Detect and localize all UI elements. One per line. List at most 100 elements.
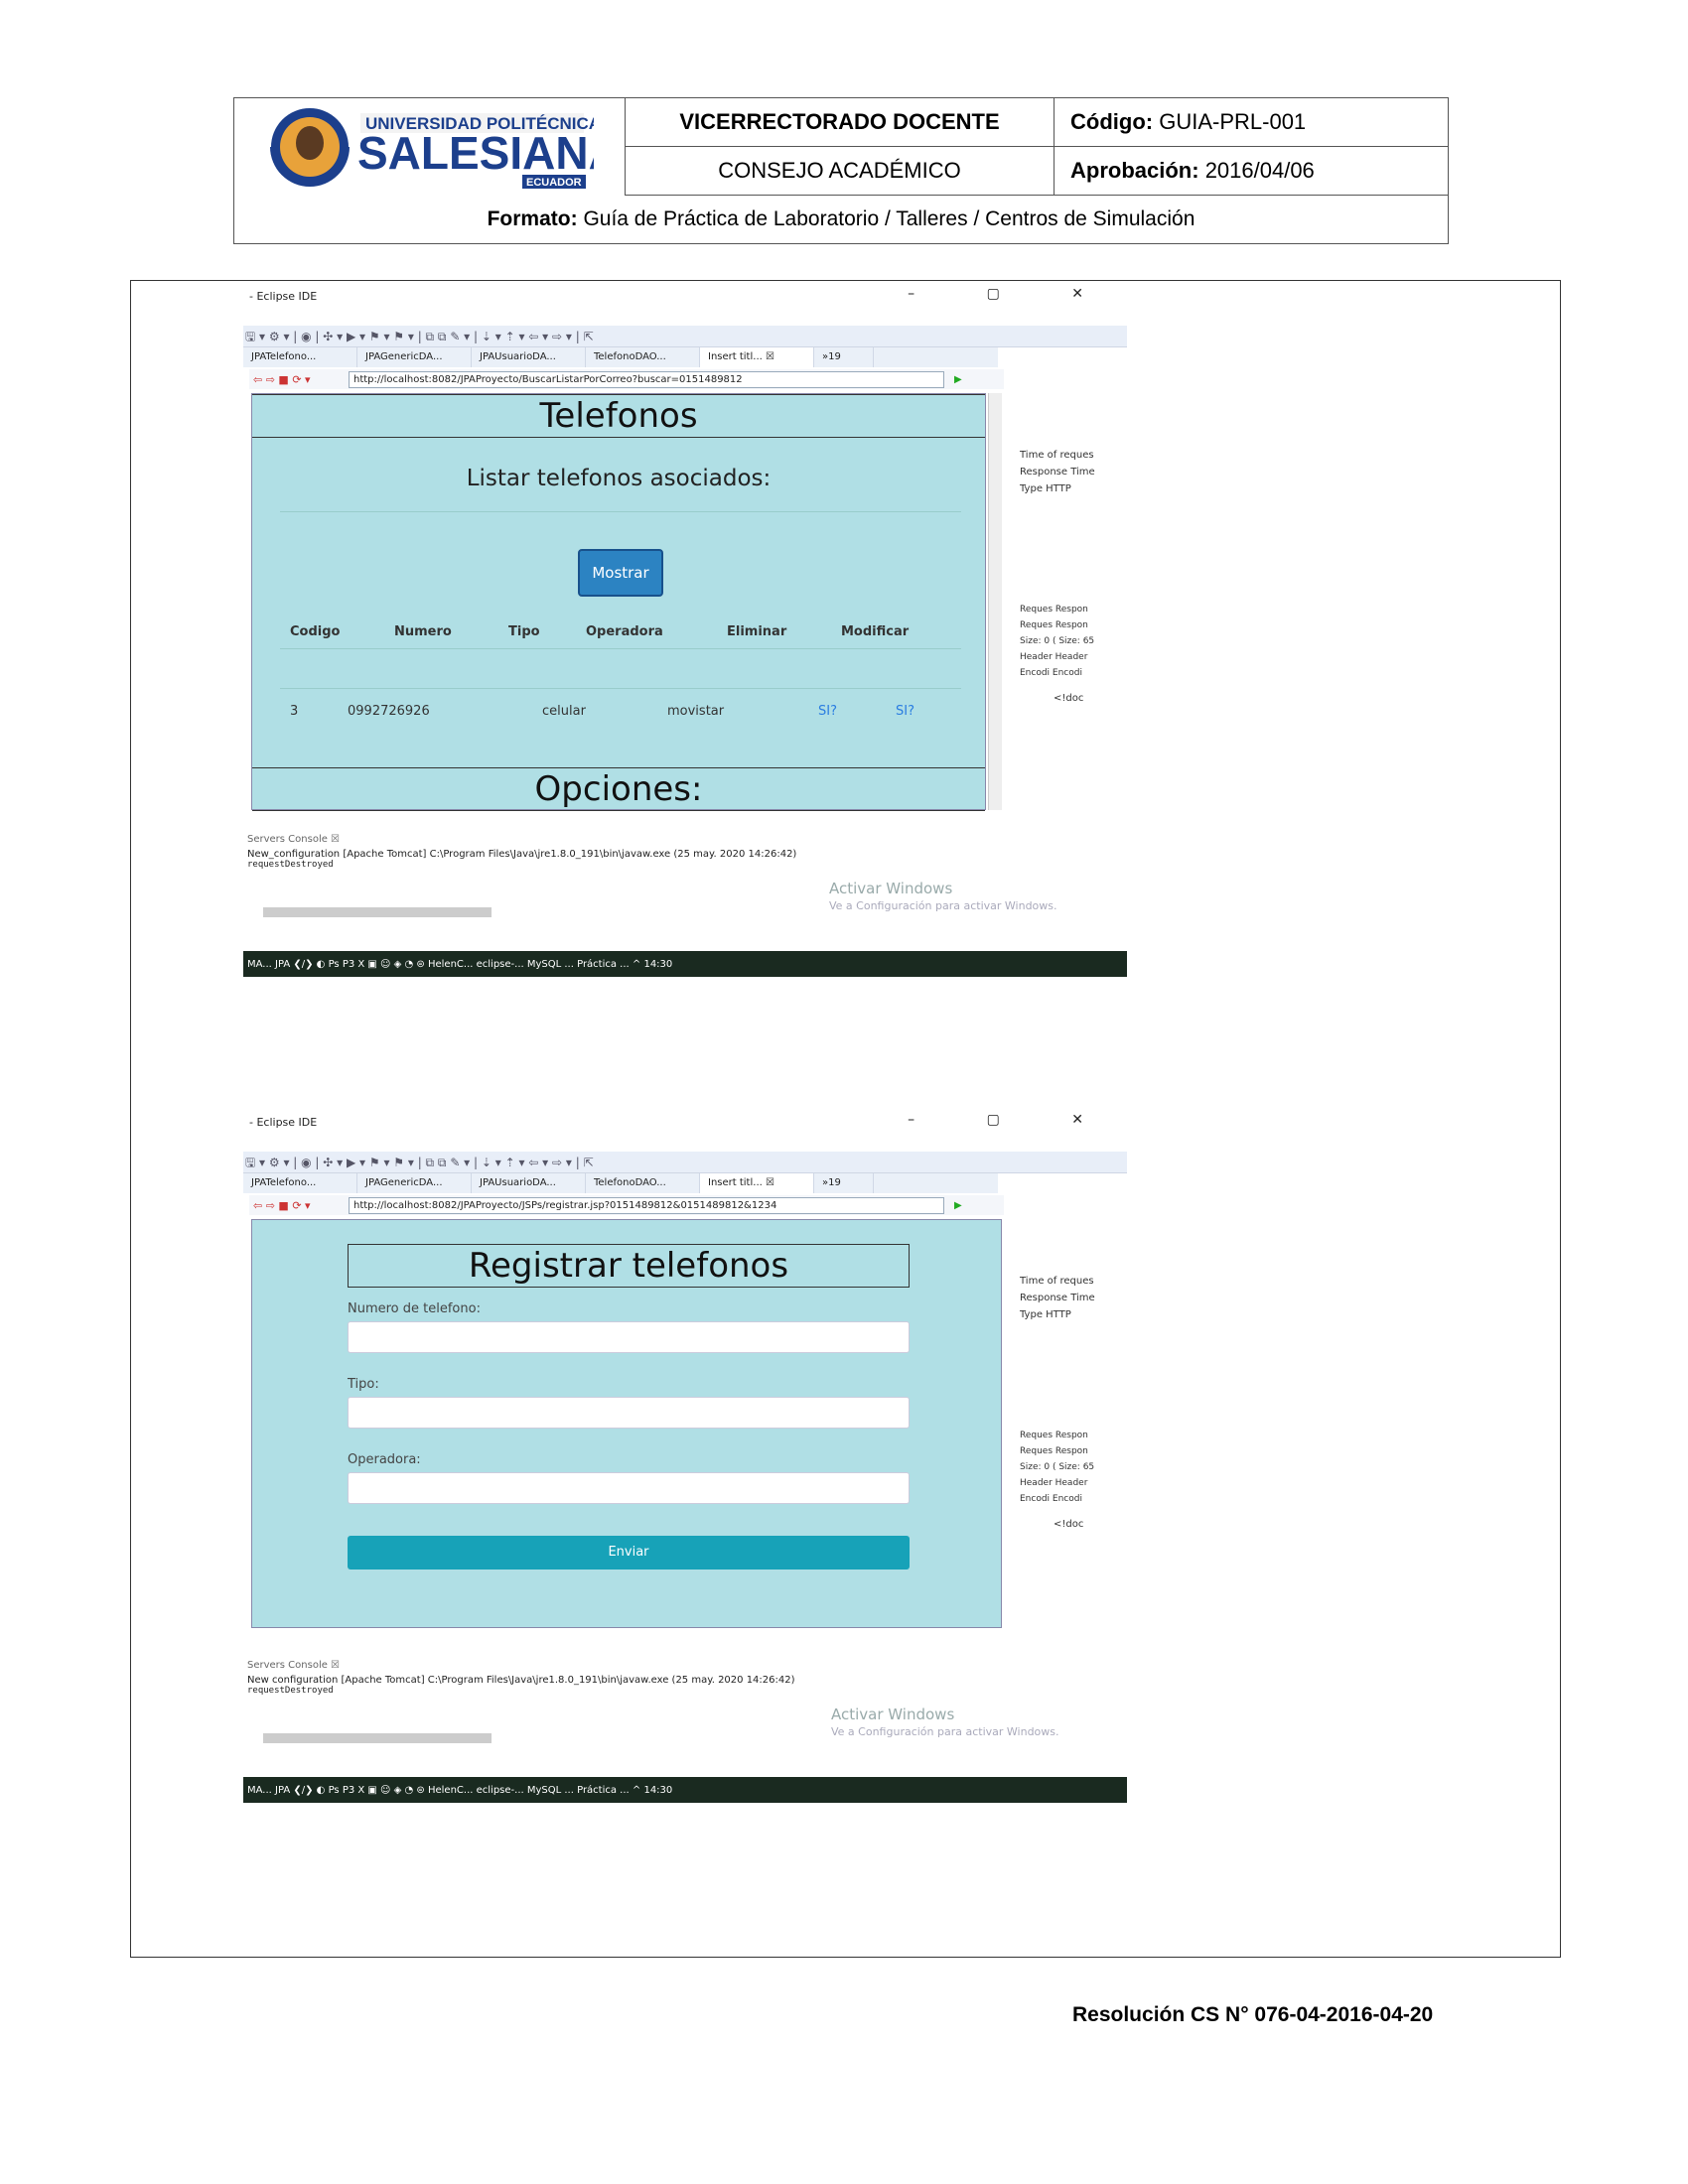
university-logo: UNIVERSIDAD POLITÉCNICA SALESIANA ECUADO… xyxy=(234,98,626,196)
enviar-button[interactable]: Enviar xyxy=(348,1536,910,1570)
tipo-input[interactable] xyxy=(348,1397,910,1429)
approval-cell: Aprobación: 2016/04/06 xyxy=(1055,147,1448,196)
tab-overflow[interactable]: »19 xyxy=(814,347,874,367)
windows-taskbar[interactable]: MA... JPA ❮/❯ ◐ Ps P3 X ▣ ☺ ◈ ◔ ⊜ HelenC… xyxy=(243,951,1127,977)
windows-taskbar[interactable]: MA... JPA ❮/❯ ◐ Ps P3 X ▣ ☺ ◈ ◔ ⊜ HelenC… xyxy=(243,1777,1127,1803)
tab-insert-title[interactable]: Insert titl... ☒ xyxy=(700,347,814,367)
format-value: Guía de Práctica de Laboratorio / Taller… xyxy=(583,207,1196,230)
code-label: Código: xyxy=(1070,109,1154,134)
console-tabs[interactable]: Servers Console ☒ xyxy=(243,834,1008,845)
go-icon[interactable]: ▶ xyxy=(954,374,962,385)
page-scrollbar[interactable] xyxy=(988,393,1002,810)
console-line2: requestDestroyed xyxy=(247,860,334,870)
tab-telefonodao[interactable]: TelefonoDAO... xyxy=(586,347,700,367)
tab-jpagenericda[interactable]: JPAGenericDA... xyxy=(357,1173,472,1193)
console-scrollbar[interactable] xyxy=(263,907,492,917)
modificar-link[interactable]: SI? xyxy=(896,704,914,719)
console-tabs[interactable]: Servers Console ☒ xyxy=(243,1660,1008,1671)
label-tipo: Tipo: xyxy=(348,1377,379,1392)
side-req2[interactable]: Reques Respon xyxy=(1020,617,1094,633)
side-info: Time of reques Response Time Type HTTP xyxy=(1020,447,1095,497)
col-eliminar: Eliminar xyxy=(727,624,787,639)
screenshot-registrar: - Eclipse IDE – ▢ ✕ 🖫 ▾ ⚙ ▾ | ◉ | ✣ ▾ ▶ … xyxy=(243,1112,1127,1807)
mostrar-button[interactable]: Mostrar xyxy=(578,549,663,597)
header-divider xyxy=(280,648,961,649)
numero-input[interactable] xyxy=(348,1321,910,1353)
side-header: Header Header xyxy=(1020,652,1088,662)
cell-numero: 0992726926 xyxy=(348,704,430,719)
editor-tabs: JPATelefono... JPAGenericDA... JPAUsuari… xyxy=(243,1173,998,1193)
code-cell: Código: GUIA-PRL-001 xyxy=(1055,98,1448,147)
approval-label: Aprobación: xyxy=(1070,158,1199,183)
tab-jpagenericda[interactable]: JPAGenericDA... xyxy=(357,347,472,367)
go-icon[interactable]: ▶ xyxy=(954,1200,962,1211)
activate-windows-hint: Ve a Configuración para activar Windows. xyxy=(829,899,1057,912)
side-req1[interactable]: Reques Respon xyxy=(1020,1428,1094,1443)
salesiana-logo-icon: UNIVERSIDAD POLITÉCNICA SALESIANA ECUADO… xyxy=(268,106,594,189)
side-time-of-request: Time of reques xyxy=(1020,450,1094,461)
side-info: Time of reques Response Time Type HTTP xyxy=(1020,1273,1095,1323)
activate-windows-hint: Ve a Configuración para activar Windows. xyxy=(831,1725,1059,1738)
label-operadora: Operadora: xyxy=(348,1452,421,1467)
col-codigo: Codigo xyxy=(290,624,341,639)
side-encod: Encodi Encodi xyxy=(1020,668,1082,678)
tab-telefonodao[interactable]: TelefonoDAO... xyxy=(586,1173,700,1193)
side-time-of-request: Time of reques xyxy=(1020,1276,1094,1287)
browser-address-bar: ⇦ ⇨ ■ ⟳ ▾ http://localhost:8082/JPAProye… xyxy=(249,369,1004,389)
cell-operadora: movistar xyxy=(667,704,725,719)
logo-line3: ECUADOR xyxy=(526,177,582,189)
browser-address-bar: ⇦ ⇨ ■ ⟳ ▾ http://localhost:8082/JPAProye… xyxy=(249,1195,1004,1215)
side-req2[interactable]: Reques Respon xyxy=(1020,1443,1094,1459)
eclipse-toolbar[interactable]: 🖫 ▾ ⚙ ▾ | ◉ | ✣ ▾ ▶ ▾ ⚑ ▾ ⚑ ▾ | ⧉ ⧉ ✎ ▾ … xyxy=(243,326,1127,347)
operadora-input[interactable] xyxy=(348,1472,910,1504)
cell-tipo: celular xyxy=(542,704,586,719)
tab-overflow[interactable]: »19 xyxy=(814,1173,874,1193)
logo-line2: SALESIANA xyxy=(357,127,594,179)
format-row: Formato: Guía de Práctica de Laboratorio… xyxy=(234,196,1448,243)
council: CONSEJO ACADÉMICO xyxy=(626,147,1055,196)
side-req1[interactable]: Reques Respon xyxy=(1020,602,1094,617)
page-title: Telefonos xyxy=(252,394,985,438)
console-scrollbar[interactable] xyxy=(263,1733,492,1743)
url-input[interactable]: http://localhost:8082/JPAProyecto/JSPs/r… xyxy=(349,1196,944,1214)
screenshot-telefonos: - Eclipse IDE – ▢ ✕ 🖫 ▾ ⚙ ▾ | ◉ | ✣ ▾ ▶ … xyxy=(243,286,1127,981)
approval-value: 2016/04/06 xyxy=(1204,158,1315,183)
side-response-time: Response Time xyxy=(1020,1293,1095,1303)
eliminar-link[interactable]: SI? xyxy=(818,704,837,719)
side-type: Type HTTP xyxy=(1020,1309,1071,1320)
side-request-list: Reques Respon Reques Respon Size: 0 ( Si… xyxy=(1020,1428,1094,1507)
department: VICERRECTORADO DOCENTE xyxy=(626,98,1055,147)
editor-tabs: JPATelefono... JPAGenericDA... JPAUsuari… xyxy=(243,347,998,367)
console-line1: New_configuration [Apache Tomcat] C:\Pro… xyxy=(247,849,797,860)
window-controls[interactable]: – ▢ ✕ xyxy=(908,1112,1117,1128)
cell-codigo: 3 xyxy=(290,704,299,719)
divider xyxy=(280,511,961,512)
window-controls[interactable]: – ▢ ✕ xyxy=(908,286,1117,302)
tab-insert-title[interactable]: Insert titl... ☒ xyxy=(700,1173,814,1193)
tab-jpausuarioda[interactable]: JPAUsuarioDA... xyxy=(472,347,586,367)
side-request-list: Reques Respon Reques Respon Size: 0 ( Si… xyxy=(1020,602,1094,681)
nav-icons[interactable]: ⇦ ⇨ ■ ⟳ ▾ xyxy=(253,1199,311,1212)
document-header: UNIVERSIDAD POLITÉCNICA SALESIANA ECUADO… xyxy=(233,97,1449,244)
nav-icons[interactable]: ⇦ ⇨ ■ ⟳ ▾ xyxy=(253,373,311,386)
options-title: Opciones: xyxy=(252,767,985,811)
url-input[interactable]: http://localhost:8082/JPAProyecto/Buscar… xyxy=(349,370,944,388)
side-encod: Encodi Encodi xyxy=(1020,1494,1082,1504)
eclipse-toolbar[interactable]: 🖫 ▾ ⚙ ▾ | ◉ | ✣ ▾ ▶ ▾ ⚑ ▾ ⚑ ▾ | ⧉ ⧉ ✎ ▾ … xyxy=(243,1152,1127,1173)
web-page: Telefonos Listar telefonos asociados: Mo… xyxy=(251,393,986,811)
col-operadora: Operadora xyxy=(586,624,663,639)
console-line2: requestDestroyed xyxy=(247,1686,334,1696)
tab-jpatelefono[interactable]: JPATelefono... xyxy=(243,347,357,367)
label-numero: Numero de telefono: xyxy=(348,1301,481,1316)
tab-jpausuarioda[interactable]: JPAUsuarioDA... xyxy=(472,1173,586,1193)
side-response-time: Response Time xyxy=(1020,467,1095,478)
side-size: Size: 0 ( Size: 65 xyxy=(1020,1462,1095,1472)
side-size: Size: 0 ( Size: 65 xyxy=(1020,636,1095,646)
console-line1: New configuration [Apache Tomcat] C:\Pro… xyxy=(247,1675,795,1686)
col-tipo: Tipo xyxy=(508,624,540,639)
tab-jpatelefono[interactable]: JPATelefono... xyxy=(243,1173,357,1193)
format-label: Formato: xyxy=(487,207,578,230)
page-subtitle: Listar telefonos asociados: xyxy=(466,466,772,491)
page-title: Registrar telefonos xyxy=(348,1244,910,1288)
side-type: Type HTTP xyxy=(1020,483,1071,494)
